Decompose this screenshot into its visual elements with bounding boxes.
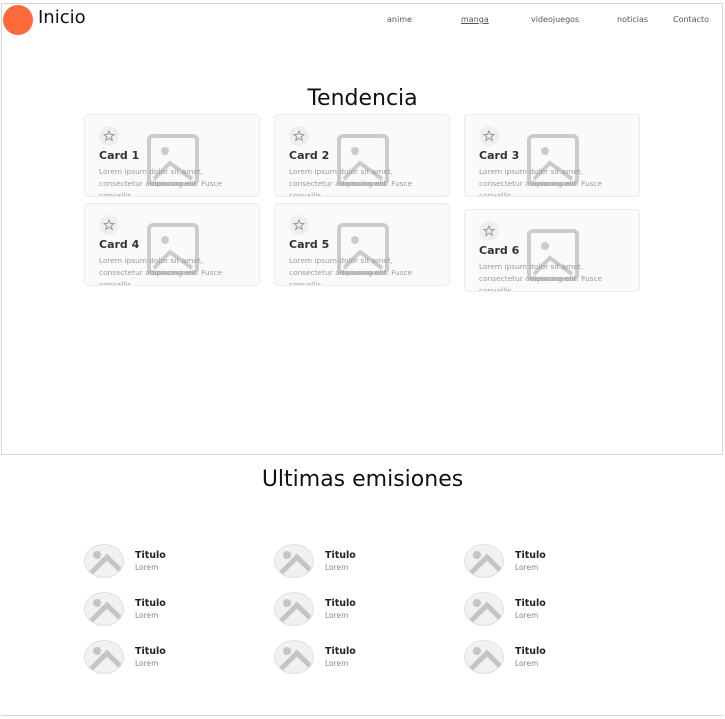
list-item[interactable]: Titulo Lorem <box>274 592 424 628</box>
item-title: Titulo <box>135 598 166 609</box>
item-title: Titulo <box>515 646 546 657</box>
card[interactable]: Card 3 Lorem ipsum dolor sit amet, conse… <box>464 114 640 197</box>
item-title: Titulo <box>325 550 356 561</box>
item-title: Titulo <box>325 646 356 657</box>
card-title: Card 6 <box>479 244 520 257</box>
item-subtitle: Lorem <box>325 611 349 620</box>
item-subtitle: Lorem <box>135 659 159 668</box>
card-text: Lorem ipsum dolor sit amet, consectetur … <box>99 256 223 286</box>
item-title: Titulo <box>135 550 166 561</box>
card-text: Lorem ipsum dolor sit amet, consectetur … <box>289 256 413 286</box>
nav-anime[interactable]: anime <box>387 15 412 24</box>
latest-title: Ultimas emisiones <box>261 467 464 492</box>
image-placeholder-icon <box>84 544 124 578</box>
card-title: Card 5 <box>289 238 330 251</box>
star-icon[interactable] <box>289 215 309 235</box>
image-placeholder-icon <box>464 544 504 578</box>
image-placeholder-icon <box>84 592 124 626</box>
list-item[interactable]: Titulo Lorem <box>464 592 614 628</box>
image-placeholder-icon <box>84 640 124 674</box>
image-placeholder-icon <box>274 640 314 674</box>
card[interactable]: Card 6 Lorem ipsum dolor sit amet, conse… <box>464 209 640 292</box>
card-title: Card 3 <box>479 149 520 162</box>
star-icon[interactable] <box>479 126 499 146</box>
image-placeholder-icon <box>464 592 504 626</box>
item-title: Titulo <box>515 598 546 609</box>
star-icon[interactable] <box>289 126 309 146</box>
card-title: Card 1 <box>99 149 140 162</box>
image-placeholder-icon <box>464 640 504 674</box>
list-item[interactable]: Titulo Lorem <box>464 640 614 676</box>
list-item[interactable]: Titulo Lorem <box>464 544 614 580</box>
brand-home-link[interactable]: Inicio <box>38 7 86 28</box>
list-item[interactable]: Titulo Lorem <box>84 544 234 580</box>
list-item[interactable]: Titulo Lorem <box>84 592 234 628</box>
list-item[interactable]: Titulo Lorem <box>274 544 424 580</box>
item-subtitle: Lorem <box>325 563 349 572</box>
list-item[interactable]: Titulo Lorem <box>84 640 234 676</box>
star-icon[interactable] <box>99 215 119 235</box>
card-title: Card 4 <box>99 238 140 251</box>
item-title: Titulo <box>515 550 546 561</box>
item-subtitle: Lorem <box>135 611 159 620</box>
image-placeholder-icon <box>274 544 314 578</box>
item-subtitle: Lorem <box>515 611 539 620</box>
star-icon[interactable] <box>479 221 499 241</box>
item-subtitle: Lorem <box>325 659 349 668</box>
card-text: Lorem ipsum dolor sit amet, consectetur … <box>99 167 223 197</box>
card[interactable]: Card 4 Lorem ipsum dolor sit amet, conse… <box>84 203 260 286</box>
star-icon[interactable] <box>99 126 119 146</box>
card[interactable]: Card 5 Lorem ipsum dolor sit amet, conse… <box>274 203 450 286</box>
nav-noticias[interactable]: noticias <box>617 15 648 24</box>
nav-contacto[interactable]: Contacto <box>673 15 709 24</box>
list-item[interactable]: Titulo Lorem <box>274 640 424 676</box>
logo-icon[interactable] <box>3 5 33 35</box>
image-placeholder-icon <box>274 592 314 626</box>
card-title: Card 2 <box>289 149 330 162</box>
card[interactable]: Card 2 Lorem ipsum dolor sit amet, conse… <box>274 114 450 197</box>
item-subtitle: Lorem <box>515 659 539 668</box>
card-text: Lorem ipsum dolor sit amet, consectetur … <box>289 167 413 197</box>
item-subtitle: Lorem <box>515 563 539 572</box>
item-title: Titulo <box>325 598 356 609</box>
nav-videojuegos[interactable]: videojuegos <box>531 15 579 24</box>
card-text: Lorem ipsum dolor sit amet, consectetur … <box>479 262 603 292</box>
item-title: Titulo <box>135 646 166 657</box>
card-text: Lorem ipsum dolor sit amet, consectetur … <box>479 167 603 197</box>
footer-divider <box>1 715 723 716</box>
item-subtitle: Lorem <box>135 563 159 572</box>
card[interactable]: Card 1 Lorem ipsum dolor sit amet, conse… <box>84 114 260 197</box>
nav-manga[interactable]: manga <box>461 15 489 24</box>
trending-title: Tendencia <box>307 86 418 111</box>
